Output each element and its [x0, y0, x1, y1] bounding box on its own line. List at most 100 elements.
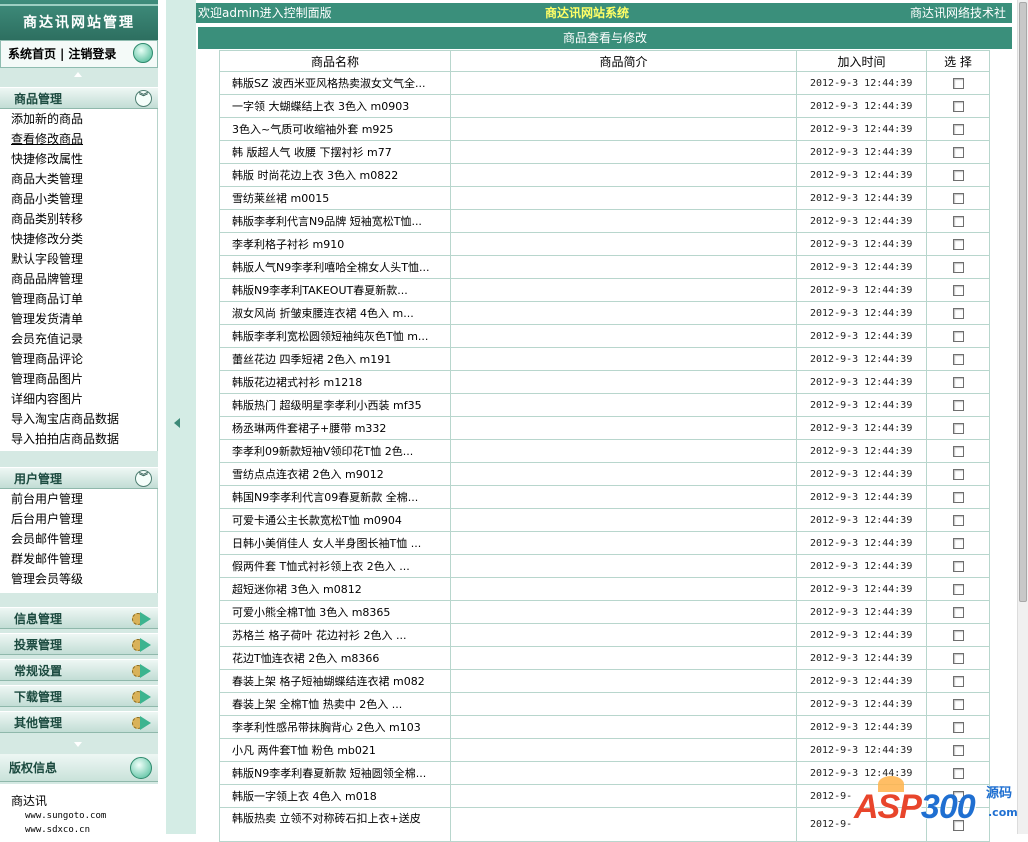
product-name-cell[interactable]: 超短迷你裙 3色入 m0812: [219, 577, 451, 601]
collapse-left-icon[interactable]: [174, 418, 180, 428]
select-checkbox[interactable]: [952, 285, 964, 296]
select-checkbox[interactable]: [952, 630, 964, 641]
select-checkbox[interactable]: [952, 193, 964, 204]
sidebar-menu-item[interactable]: 添加新的商品: [0, 109, 157, 129]
product-name-cell[interactable]: 淑女风尚 折皱束腰连衣裙 4色入 m...: [219, 301, 451, 325]
copyright-url-2[interactable]: www.sdxco.cn: [11, 823, 158, 834]
select-checkbox[interactable]: [952, 124, 964, 135]
product-name-cell[interactable]: 一字领 大蝴蝶结上衣 3色入 m0903: [219, 94, 451, 118]
gear-expand-icon[interactable]: [132, 664, 152, 678]
scroll-down-icon[interactable]: [74, 742, 82, 747]
logout-link[interactable]: 注销登录: [68, 47, 116, 61]
product-name-cell[interactable]: 李孝利性感吊带抹胸背心 2色入 m103: [219, 715, 451, 739]
collapse-chevron-icon[interactable]: ︾: [135, 90, 152, 107]
select-checkbox[interactable]: [952, 791, 964, 802]
product-name-cell[interactable]: 可爱卡通公主长款宽松T恤 m0904: [219, 508, 451, 532]
product-name-cell[interactable]: 李孝利格子衬衫 m910: [219, 232, 451, 256]
group-head-download[interactable]: 下载管理: [0, 685, 158, 707]
select-checkbox[interactable]: [952, 377, 964, 388]
product-name-cell[interactable]: 花边T恤连衣裙 2色入 m8366: [219, 646, 451, 670]
sidebar-menu-item[interactable]: 导入拍拍店商品数据: [0, 429, 157, 449]
select-checkbox[interactable]: [952, 492, 964, 503]
product-name-cell[interactable]: 春装上架 全棉T恤 热卖中 2色入 ...: [219, 692, 451, 716]
sidebar-menu-item[interactable]: 商品类别转移: [0, 209, 157, 229]
sidebar-menu-item[interactable]: 管理会员等级: [0, 569, 157, 589]
product-name-cell[interactable]: 小凡 两件套T恤 粉色 mb021: [219, 738, 451, 762]
group-head-goods[interactable]: 商品管理 ︾: [0, 87, 158, 109]
select-checkbox[interactable]: [952, 653, 964, 664]
product-name-cell[interactable]: 韩版 时尚花边上衣 3色入 m0822: [219, 163, 451, 187]
select-checkbox[interactable]: [952, 722, 964, 733]
sidebar-menu-item[interactable]: 管理发货清单: [0, 309, 157, 329]
scrollbar-thumb[interactable]: [1019, 2, 1027, 602]
product-name-cell[interactable]: 韩版N9李孝利春夏新款 短袖圆领全棉...: [219, 761, 451, 785]
product-name-cell[interactable]: 韩版李孝利宽松圆领短袖纯灰色T恤 m...: [219, 324, 451, 348]
home-link[interactable]: 系统首页: [8, 47, 56, 61]
collapse-chevron-icon[interactable]: ︾: [135, 470, 152, 487]
select-checkbox[interactable]: [952, 768, 964, 779]
sidebar-menu-item[interactable]: 后台用户管理: [0, 509, 157, 529]
product-name-cell[interactable]: 春装上架 格子短袖蝴蝶结连衣裙 m082: [219, 669, 451, 693]
product-name-cell[interactable]: 韩版花边裙式衬衫 m1218: [219, 370, 451, 394]
sidebar-menu-item[interactable]: 详细内容图片: [0, 389, 157, 409]
select-checkbox[interactable]: [952, 78, 964, 89]
sidebar-menu-item[interactable]: 商品品牌管理: [0, 269, 157, 289]
select-checkbox[interactable]: [952, 584, 964, 595]
select-checkbox[interactable]: [952, 469, 964, 480]
product-name-cell[interactable]: 李孝利09新款短袖V领印花T恤 2色...: [219, 439, 451, 463]
select-checkbox[interactable]: [952, 239, 964, 250]
select-checkbox[interactable]: [952, 308, 964, 319]
sidebar-menu-item[interactable]: 商品大类管理: [0, 169, 157, 189]
product-name-cell[interactable]: 韩 版超人气 收腰 下摆衬衫 m77: [219, 140, 451, 164]
product-name-cell[interactable]: 韩版SZ 波西米亚风格热卖淑女文气全...: [219, 71, 451, 95]
product-name-cell[interactable]: 假两件套 T恤式衬衫领上衣 2色入 ...: [219, 554, 451, 578]
group-head-users[interactable]: 用户管理 ︾: [0, 467, 158, 489]
sidebar-menu-item[interactable]: 前台用户管理: [0, 489, 157, 509]
sidebar-menu-item[interactable]: 快捷修改分类: [0, 229, 157, 249]
product-name-cell[interactable]: 杨丞琳两件套裙子+腰带 m332: [219, 416, 451, 440]
product-name-cell[interactable]: 韩版N9李孝利TAKEOUT春夏新款...: [219, 278, 451, 302]
select-checkbox[interactable]: [952, 699, 964, 710]
select-checkbox[interactable]: [952, 262, 964, 273]
product-name-cell[interactable]: 韩版李孝利代言N9品牌 短袖宽松T恤...: [219, 209, 451, 233]
group-head-settings[interactable]: 常规设置: [0, 659, 158, 681]
sidebar-menu-item[interactable]: 管理商品评论: [0, 349, 157, 369]
select-checkbox[interactable]: [952, 216, 964, 227]
select-checkbox[interactable]: [952, 331, 964, 342]
product-name-cell[interactable]: 雪纺莱丝裙 m0015: [219, 186, 451, 210]
select-checkbox[interactable]: [952, 446, 964, 457]
product-name-cell[interactable]: 韩版热卖 立领不对称砖石扣上衣+送皮: [219, 807, 451, 842]
gear-expand-icon[interactable]: [132, 612, 152, 626]
select-checkbox[interactable]: [952, 147, 964, 158]
group-head-info[interactable]: 信息管理: [0, 607, 158, 629]
product-name-cell[interactable]: 韩国N9李孝利代言09春夏新款 全棉...: [219, 485, 451, 509]
sidebar-menu-item[interactable]: 导入淘宝店商品数据: [0, 409, 157, 429]
select-checkbox[interactable]: [952, 745, 964, 756]
gear-expand-icon[interactable]: [132, 638, 152, 652]
gear-expand-icon[interactable]: [132, 690, 152, 704]
sidebar-splitter[interactable]: [158, 0, 196, 834]
product-name-cell[interactable]: 蕾丝花边 四季短裙 2色入 m191: [219, 347, 451, 371]
select-checkbox[interactable]: [952, 538, 964, 549]
product-name-cell[interactable]: 3色入~气质可收缩袖外套 m925: [219, 117, 451, 141]
product-name-cell[interactable]: 苏格兰 格子荷叶 花边衬衫 2色入 ...: [219, 623, 451, 647]
select-checkbox[interactable]: [952, 515, 964, 526]
select-checkbox[interactable]: [952, 354, 964, 365]
sidebar-menu-item[interactable]: 快捷修改属性: [0, 149, 157, 169]
group-head-vote[interactable]: 投票管理: [0, 633, 158, 655]
select-checkbox[interactable]: [952, 101, 964, 112]
sidebar-menu-item[interactable]: 商品小类管理: [0, 189, 157, 209]
sidebar-menu-item[interactable]: 群发邮件管理: [0, 549, 157, 569]
select-checkbox[interactable]: [952, 819, 964, 831]
select-checkbox[interactable]: [952, 607, 964, 618]
gear-expand-icon[interactable]: [132, 716, 152, 730]
sidebar-menu-item[interactable]: 会员充值记录: [0, 329, 157, 349]
select-checkbox[interactable]: [952, 400, 964, 411]
sidebar-menu-item[interactable]: 默认字段管理: [0, 249, 157, 269]
product-name-cell[interactable]: 韩版一字领上衣 4色入 m018: [219, 784, 451, 808]
select-checkbox[interactable]: [952, 676, 964, 687]
page-scrollbar[interactable]: [1017, 0, 1028, 834]
select-checkbox[interactable]: [952, 170, 964, 181]
sidebar-menu-item[interactable]: 管理商品图片: [0, 369, 157, 389]
sidebar-menu-item[interactable]: 会员邮件管理: [0, 529, 157, 549]
